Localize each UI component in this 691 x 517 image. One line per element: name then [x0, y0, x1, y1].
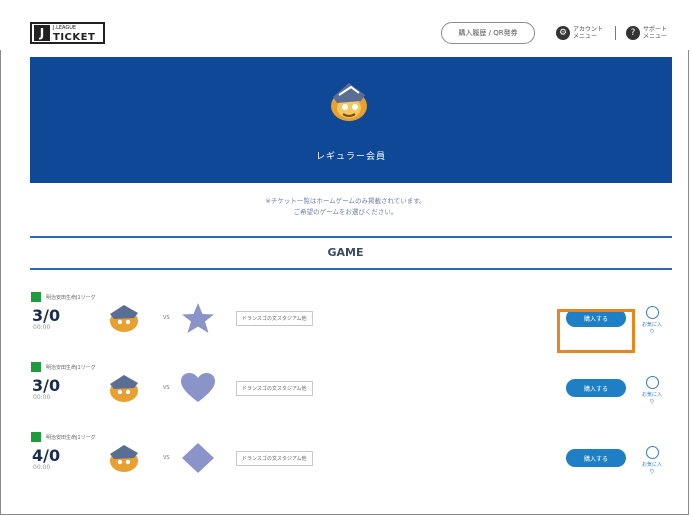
diamond-icon: [182, 443, 214, 473]
category-marker: [31, 292, 41, 302]
favorite-toggle[interactable]: お気に入り: [642, 376, 662, 405]
purchase-history-button[interactable]: 購入履歴 / QR発券: [441, 22, 535, 44]
favorite-toggle[interactable]: お気に入り: [642, 306, 662, 335]
vs-label: VS: [163, 315, 170, 321]
help-icon: ?: [626, 26, 640, 40]
logo-word: TICKET: [53, 32, 96, 43]
support-menu[interactable]: ? サポート メニュー: [626, 22, 667, 44]
buy-ticket-button[interactable]: 購入する: [566, 379, 626, 397]
nav-divider: [615, 26, 616, 40]
match-date: 4/0: [32, 446, 61, 465]
match-category: 明治安田生命J1リーグ: [31, 432, 96, 442]
match-row: 明治安田生命J1リーグ 3/0 00:00 VS ドランスゴの文スタジアム他 購…: [0, 362, 691, 422]
favorite-toggle[interactable]: お気に入り: [642, 446, 662, 475]
member-hero-banner: レギュラー会員: [30, 57, 672, 183]
favorite-label: お気に入り: [642, 462, 663, 475]
match-category: 明治安田生命J1リーグ: [31, 292, 96, 302]
club-mascot-icon: [331, 83, 367, 121]
gear-icon: ⚙: [556, 26, 570, 40]
account-menu[interactable]: ⚙ アカウント メニュー: [556, 22, 603, 44]
account-menu-label: アカウント メニュー: [573, 26, 603, 40]
category-label: 明治安田生命J1リーグ: [46, 434, 96, 441]
vs-label: VS: [163, 385, 170, 391]
member-type-label: レギュラー会員: [315, 152, 386, 162]
match-date: 3/0: [32, 376, 61, 395]
match-category: 明治安田生命J1リーグ: [31, 362, 96, 372]
venue-label: ドランスゴの文スタジアム他: [236, 311, 313, 326]
home-team-icon: [110, 305, 138, 332]
match-time: 00:00: [33, 394, 51, 401]
support-menu-label-line2: メニュー: [643, 33, 668, 40]
account-menu-label-line2: メニュー: [573, 33, 598, 40]
notice-line-1: ※チケット一覧はホームゲームのみ掲載されています。: [265, 197, 426, 205]
venue-label: ドランスゴの文スタジアム他: [236, 451, 313, 466]
buy-button-highlight: [557, 309, 635, 353]
favorite-icon: [645, 306, 659, 319]
category-marker: [31, 362, 41, 372]
notice-line-2: ご希望のゲームをお選びください。: [293, 208, 398, 216]
buy-ticket-button[interactable]: 購入する: [566, 449, 626, 467]
logo-mark: J: [34, 25, 50, 41]
category-label: 明治安田生命J1リーグ: [46, 294, 96, 301]
match-row: 明治安田生命J1リーグ 4/0 00:00 VS ドランスゴの文スタジアム他 購…: [0, 432, 691, 492]
match-time: 00:00: [33, 324, 51, 331]
notice-text: ※チケット一覧はホームゲームのみ掲載されています。 ご希望のゲームをお選びくださ…: [0, 196, 691, 218]
game-heading: GAME: [327, 246, 364, 259]
support-menu-label: サポート メニュー: [643, 26, 667, 40]
logo-text: J.LEAGUE TICKET: [53, 24, 96, 43]
jleague-ticket-logo[interactable]: J J.LEAGUE TICKET: [30, 22, 105, 44]
venue-label: ドランスゴの文スタジアム他: [236, 381, 313, 396]
vs-label: VS: [163, 455, 170, 461]
heart-icon: [181, 373, 215, 402]
home-team-icon: [110, 445, 138, 472]
favorite-icon: [645, 446, 659, 459]
support-menu-label-line1: サポート: [643, 26, 668, 33]
category-marker: [31, 432, 41, 442]
match-date: 3/0: [32, 306, 61, 325]
star-icon: [182, 303, 214, 333]
match-time: 00:00: [33, 464, 51, 471]
favorite-icon: [645, 376, 659, 389]
game-divider-bottom: [30, 268, 672, 270]
home-team-icon: [110, 375, 138, 402]
game-divider-top: [30, 236, 672, 238]
favorite-label: お気に入り: [642, 322, 663, 335]
category-label: 明治安田生命J1リーグ: [46, 364, 96, 371]
top-bar: J J.LEAGUE TICKET 購入履歴 / QR発券 ⚙ アカウント メニ…: [0, 0, 691, 50]
account-menu-label-line1: アカウント: [573, 26, 604, 33]
favorite-label: お気に入り: [642, 392, 663, 405]
